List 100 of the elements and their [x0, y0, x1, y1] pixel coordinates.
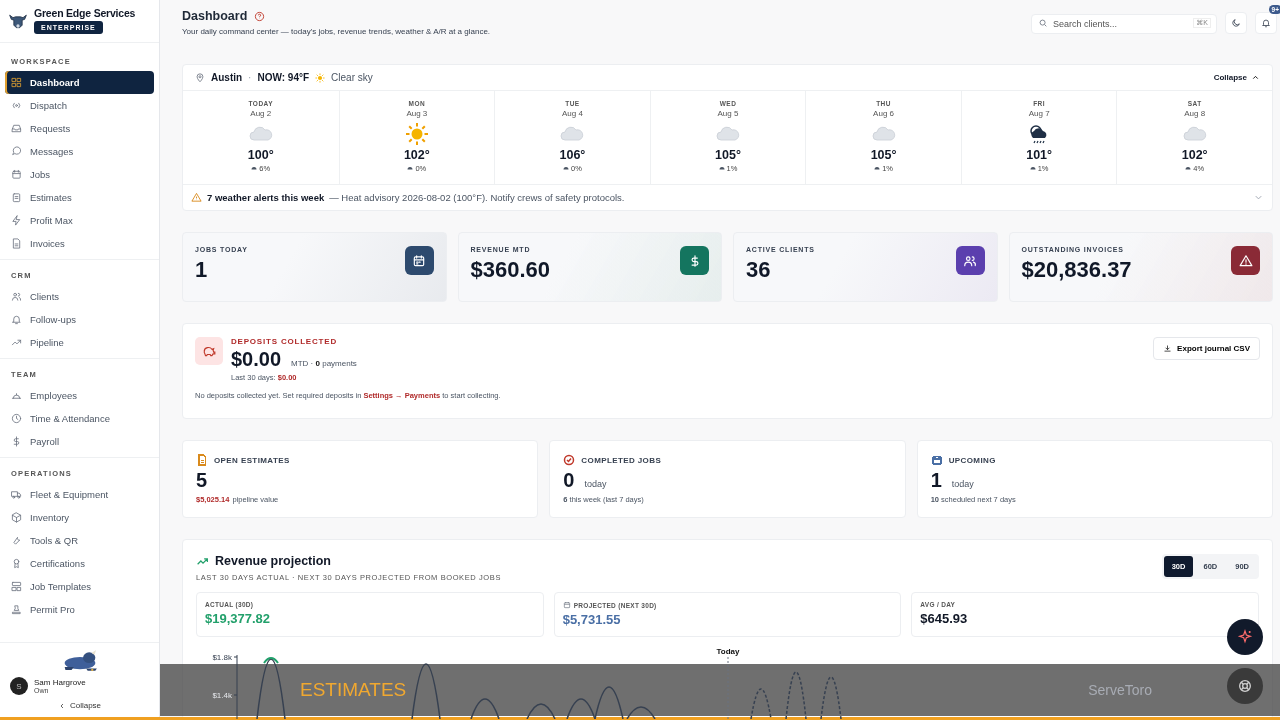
nav-icon	[11, 192, 22, 203]
nav-icon	[11, 314, 22, 325]
collapse-button[interactable]: Collapse	[1213, 73, 1260, 82]
deposits-detail: MTD · 0 payments	[291, 359, 357, 368]
summary-label: COMPLETED JOBS	[581, 455, 662, 465]
stat-value: $360.60	[470, 257, 551, 283]
nav-icon	[11, 512, 22, 523]
day-temperature: 100°	[247, 148, 274, 162]
piggy-bank-icon	[202, 344, 216, 358]
axis-tick-label: $1.4k	[212, 691, 232, 700]
nav-icon	[11, 169, 22, 180]
notifications-button[interactable]	[1255, 12, 1277, 34]
day-temperature: 102°	[403, 148, 430, 162]
stat-value: 36	[746, 257, 772, 283]
user-name: Sam Hargrove	[34, 678, 86, 687]
nav-icon	[11, 581, 22, 592]
nav-icon	[11, 413, 22, 424]
stat-value: 1	[195, 257, 209, 283]
nav-icon	[11, 77, 22, 88]
summary-value: 5	[196, 469, 208, 492]
nav-item[interactable]: Fleet & Equipment	[5, 483, 154, 506]
day-date: Aug 7	[1028, 109, 1050, 118]
nav-item[interactable]: Requests	[5, 117, 154, 140]
nav-icon	[11, 238, 22, 249]
day-temperature: 105°	[870, 148, 897, 162]
caption-title: ESTIMATES	[300, 679, 407, 701]
sparkle-icon	[1237, 629, 1253, 645]
umbrella-icon	[407, 165, 414, 172]
export-button[interactable]: Export journal CSV	[1153, 337, 1260, 360]
sky-condition: Clear sky	[331, 72, 373, 83]
nav-icon	[11, 390, 22, 401]
nav-item[interactable]: Jobs	[5, 163, 154, 186]
nav-item[interactable]: Clients	[5, 285, 154, 308]
nav-item[interactable]: Inventory	[5, 506, 154, 529]
day-date: Aug 8	[1184, 109, 1206, 118]
nav-icon	[11, 337, 22, 348]
nav-icon	[11, 604, 22, 615]
nav-icon	[11, 146, 22, 157]
download-icon	[1163, 344, 1173, 353]
nav-item[interactable]: Job Templates	[5, 575, 154, 598]
nav-item[interactable]: Time & Attendance	[5, 407, 154, 430]
nav-item[interactable]: Permit Pro	[5, 598, 154, 621]
alert-title: 7 weather alerts this week	[207, 192, 325, 203]
theme-toggle-button[interactable]	[1225, 12, 1247, 34]
nav-item[interactable]: Payroll	[5, 430, 154, 453]
nav-item[interactable]: Profit Max	[5, 209, 154, 232]
nav-item[interactable]: Pipeline	[5, 331, 154, 354]
umbrella-icon	[1185, 165, 1192, 172]
nav-icon	[11, 291, 22, 302]
nav-item[interactable]: Invoices	[5, 232, 154, 255]
alert-text: — Heat advisory 2026-08-02 (100°F). Notify crews of safety protocols.	[329, 192, 625, 203]
sun-icon	[315, 72, 326, 83]
stat-value: $20,836.37	[1021, 257, 1132, 283]
nav-item[interactable]: Dashboard	[5, 71, 154, 94]
nav-item[interactable]: Follow-ups	[5, 308, 154, 331]
umbrella-icon	[1029, 165, 1036, 172]
nav-item[interactable]: Messages	[5, 140, 154, 163]
section-title: Revenue projection	[215, 554, 331, 568]
umbrella-icon	[563, 165, 569, 172]
lifebuoy-icon	[1237, 678, 1253, 694]
summary-value: 1	[930, 469, 942, 492]
search-icon	[1038, 18, 1048, 28]
warning-icon	[191, 192, 202, 203]
user-avatar[interactable]: S	[10, 677, 28, 695]
deposits-amount: $0.00	[231, 348, 282, 371]
metric-value: $19,377.82	[205, 611, 272, 626]
nav-item[interactable]: Employees	[5, 384, 154, 407]
current-temperature: NOW: 94°F	[257, 72, 310, 83]
moon-icon	[1231, 18, 1241, 28]
summary-unit: today	[584, 479, 607, 489]
summary-unit: today	[951, 479, 974, 489]
sun-icon	[404, 122, 429, 146]
calendar-icon	[562, 601, 571, 609]
bell-icon	[1261, 18, 1271, 28]
day-date: Aug 5	[717, 109, 739, 118]
day-temperature: 106°	[559, 148, 586, 162]
day-temperature: 105°	[715, 148, 741, 162]
separator-dot: ·	[248, 72, 252, 83]
day-date: Aug 2	[250, 109, 272, 118]
day-date: Aug 3	[406, 109, 428, 118]
metric-value: $5,731.55	[562, 612, 622, 627]
location-pin-icon	[195, 72, 205, 83]
company-name: Green Edge Services	[34, 7, 136, 19]
city-name: Austin	[211, 72, 243, 83]
nav-item[interactable]: Tools & QR	[5, 529, 154, 552]
day-temperature: 102°	[1181, 148, 1208, 162]
nav-item[interactable]: Estimates	[5, 186, 154, 209]
nav-item[interactable]: Certifications	[5, 552, 154, 575]
caption-brand: ServeToro	[1088, 682, 1152, 698]
page-subtitle: Your daily command center — today's jobs, revenue trends, weather & A/R at a glance.	[182, 27, 491, 36]
summary-label: UPCOMING	[948, 455, 996, 465]
today-label: Today	[716, 647, 740, 656]
deposits-title: DEPOSITS COLLECTED	[231, 337, 338, 346]
nav-icon	[11, 436, 22, 447]
nav-icon	[11, 535, 22, 546]
nav-item[interactable]: Dispatch	[5, 94, 154, 117]
collapse-button[interactable]: Collapse	[57, 699, 102, 720]
umbrella-icon	[718, 165, 725, 172]
help-icon[interactable]	[254, 10, 266, 22]
nav-icon	[11, 100, 22, 111]
